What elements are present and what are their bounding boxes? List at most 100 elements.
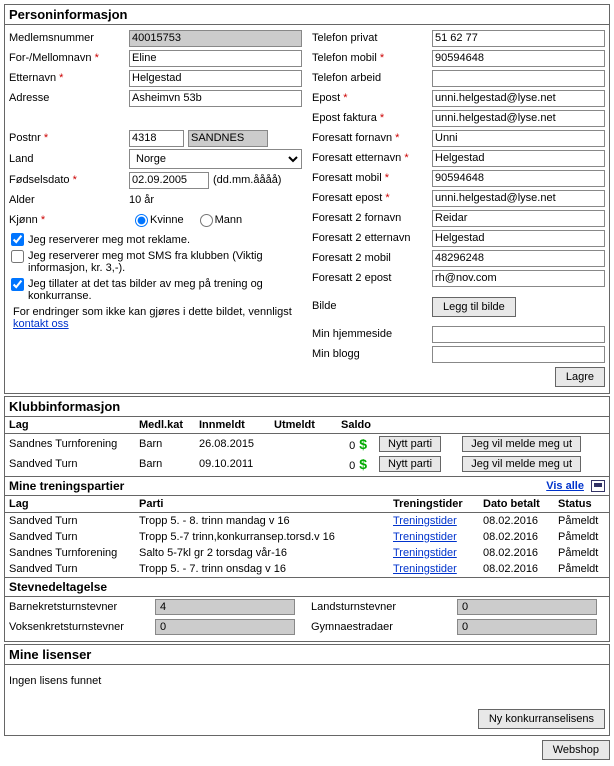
table-row: Sandved TurnTropp 5.-7 trinn,konkurranse… bbox=[5, 529, 609, 545]
th-saldo: Saldo bbox=[325, 417, 375, 434]
tlf-arbeid-field[interactable] bbox=[432, 70, 605, 87]
nytt-parti-button[interactable]: Nytt parti bbox=[379, 436, 441, 452]
person-title: Personinformasjon bbox=[5, 5, 609, 25]
blogg-field[interactable] bbox=[432, 346, 605, 363]
lagre-button[interactable]: Lagre bbox=[555, 367, 605, 387]
legg-til-bilde-button[interactable]: Legg til bilde bbox=[432, 297, 516, 317]
person-panel: Personinformasjon Medlemsnummer For-/Mel… bbox=[4, 4, 610, 394]
sms-checkbox[interactable] bbox=[11, 250, 24, 263]
label-foresatt-fornavn: Foresatt fornavn * bbox=[312, 132, 432, 144]
person-left-col: Medlemsnummer For-/Mellomnavn * Etternav… bbox=[9, 29, 302, 365]
label-blogg: Min blogg bbox=[312, 348, 432, 360]
hjemmeside-field[interactable] bbox=[432, 326, 605, 343]
table-row: Sandved TurnTropp 5. - 8. trinn mandag v… bbox=[5, 513, 609, 530]
melde-ut-button[interactable]: Jeg vil melde meg ut bbox=[462, 436, 581, 452]
foresatt2-mobil-field[interactable] bbox=[432, 250, 605, 267]
label-kjonn: Kjønn * bbox=[9, 214, 129, 226]
foresatt-fornavn-field[interactable] bbox=[432, 130, 605, 147]
table-row: Sandved TurnTropp 5. - 7. trinn onsdag v… bbox=[5, 561, 609, 577]
treningstider-link[interactable]: Treningstider bbox=[393, 547, 457, 559]
foresatt2-epost-field[interactable] bbox=[432, 270, 605, 287]
label-tlf-arbeid: Telefon arbeid bbox=[312, 72, 432, 84]
mine-table: Lag Parti Treningstider Dato betalt Stat… bbox=[5, 496, 609, 577]
endringer-note: For endringer som ikke kan gjøres i dett… bbox=[9, 304, 302, 332]
table-row: Sandnes Turnforening Barn 26.08.2015 0$ … bbox=[5, 434, 609, 455]
label-foresatt-mobil: Foresatt mobil * bbox=[312, 172, 432, 184]
kvinne-label: Kvinne bbox=[150, 214, 184, 226]
lisens-title: Mine lisenser bbox=[5, 645, 609, 665]
label-medlemsnummer: Medlemsnummer bbox=[9, 32, 129, 44]
bilder-label: Jeg tillater at det tas bilder av meg på… bbox=[28, 278, 302, 302]
klubb-title: Klubbinformasjon bbox=[5, 397, 609, 417]
label-hjemmeside: Min hjemmeside bbox=[312, 328, 432, 340]
kontakt-link[interactable]: kontakt oss bbox=[13, 318, 69, 330]
treningstider-link[interactable]: Treningstider bbox=[393, 515, 457, 527]
th-lag: Lag bbox=[5, 417, 135, 434]
label-etternavn: Etternavn * bbox=[9, 72, 129, 84]
voksenkrets-value: 0 bbox=[155, 619, 295, 635]
epost-faktura-field[interactable] bbox=[432, 110, 605, 127]
label-bilde: Bilde bbox=[312, 300, 432, 312]
etternavn-field[interactable] bbox=[129, 70, 302, 87]
epost-field[interactable] bbox=[432, 90, 605, 107]
adresse-field[interactable] bbox=[129, 90, 302, 107]
fornavn-field[interactable] bbox=[129, 50, 302, 67]
label-for-mellom: For-/Mellomnavn * bbox=[9, 52, 129, 64]
table-row: Sandved Turn Barn 09.10.2011 0$ Nytt par… bbox=[5, 454, 609, 474]
reklame-label: Jeg reserverer meg mot reklame. bbox=[28, 234, 190, 246]
webshop-button[interactable]: Webshop bbox=[542, 740, 610, 760]
label-foresatt-epost: Foresatt epost * bbox=[312, 192, 432, 204]
lisens-panel: Mine lisenser Ingen lisens funnet Ny kon… bbox=[4, 644, 610, 736]
label-foresatt-etternavn: Foresatt etternavn * bbox=[312, 152, 432, 164]
tlf-privat-field[interactable] bbox=[432, 30, 605, 47]
th-medlkat: Medl.kat bbox=[135, 417, 195, 434]
label-foresatt2-etternavn: Foresatt 2 etternavn bbox=[312, 232, 432, 244]
label-tlf-privat: Telefon privat bbox=[312, 32, 432, 44]
land-select[interactable]: Norge bbox=[129, 149, 302, 169]
label-landsturn: Landsturnstevner bbox=[311, 601, 451, 613]
vis-alle-link[interactable]: Vis alle bbox=[546, 480, 584, 492]
label-epost-faktura: Epost faktura * bbox=[312, 112, 432, 124]
label-land: Land bbox=[9, 153, 129, 165]
medlemsnummer-field bbox=[129, 30, 302, 47]
barnekrets-value: 4 bbox=[155, 599, 295, 615]
bilder-checkbox[interactable] bbox=[11, 278, 24, 291]
nytt-parti-button[interactable]: Nytt parti bbox=[379, 456, 441, 472]
foresatt2-etternavn-field[interactable] bbox=[432, 230, 605, 247]
print-icon[interactable] bbox=[591, 480, 605, 492]
kjonn-mann-radio[interactable] bbox=[200, 214, 213, 227]
postnr-field[interactable] bbox=[129, 130, 184, 147]
melde-ut-button[interactable]: Jeg vil melde meg ut bbox=[462, 456, 581, 472]
foresatt-epost-field[interactable] bbox=[432, 190, 605, 207]
label-tlf-mobil: Telefon mobil * bbox=[312, 52, 432, 64]
label-foresatt2-epost: Foresatt 2 epost bbox=[312, 272, 432, 284]
label-gymnaestradaer: Gymnaestradaer bbox=[311, 621, 451, 633]
label-foresatt2-mobil: Foresatt 2 mobil bbox=[312, 252, 432, 264]
foresatt-mobil-field[interactable] bbox=[432, 170, 605, 187]
dollar-icon: $ bbox=[355, 436, 371, 452]
fodselsdato-field[interactable] bbox=[129, 172, 209, 189]
ny-konkurranselisens-button[interactable]: Ny konkurranselisens bbox=[478, 709, 605, 729]
kjonn-kvinne-radio[interactable] bbox=[135, 214, 148, 227]
dateformat-hint: (dd.mm.åååå) bbox=[213, 174, 281, 186]
stevne-title: Stevnedeltagelse bbox=[5, 577, 609, 597]
treningstider-link[interactable]: Treningstider bbox=[393, 531, 457, 543]
treningstider-link[interactable]: Treningstider bbox=[393, 563, 457, 575]
foresatt2-fornavn-field[interactable] bbox=[432, 210, 605, 227]
lisens-none: Ingen lisens funnet bbox=[5, 665, 609, 707]
gymnaestradaer-value: 0 bbox=[457, 619, 597, 635]
tlf-mobil-field[interactable] bbox=[432, 50, 605, 67]
label-fodselsdato: Fødselsdato * bbox=[9, 174, 129, 186]
landsturn-value: 0 bbox=[457, 599, 597, 615]
klubb-table: Lag Medl.kat Innmeldt Utmeldt Saldo Sand… bbox=[5, 417, 609, 474]
foresatt-etternavn-field[interactable] bbox=[432, 150, 605, 167]
mann-label: Mann bbox=[215, 214, 243, 226]
label-epost: Epost * bbox=[312, 92, 432, 104]
reklame-checkbox[interactable] bbox=[11, 233, 24, 246]
label-voksenkrets: Voksenkretsturnstevner bbox=[9, 621, 149, 633]
person-right-col: Telefon privat Telefon mobil * Telefon a… bbox=[312, 29, 605, 365]
sms-label: Jeg reserverer meg mot SMS fra klubben (… bbox=[28, 250, 302, 274]
label-alder: Alder bbox=[9, 194, 129, 206]
label-foresatt2-fornavn: Foresatt 2 fornavn bbox=[312, 212, 432, 224]
klubb-panel: Klubbinformasjon Lag Medl.kat Innmeldt U… bbox=[4, 396, 610, 642]
